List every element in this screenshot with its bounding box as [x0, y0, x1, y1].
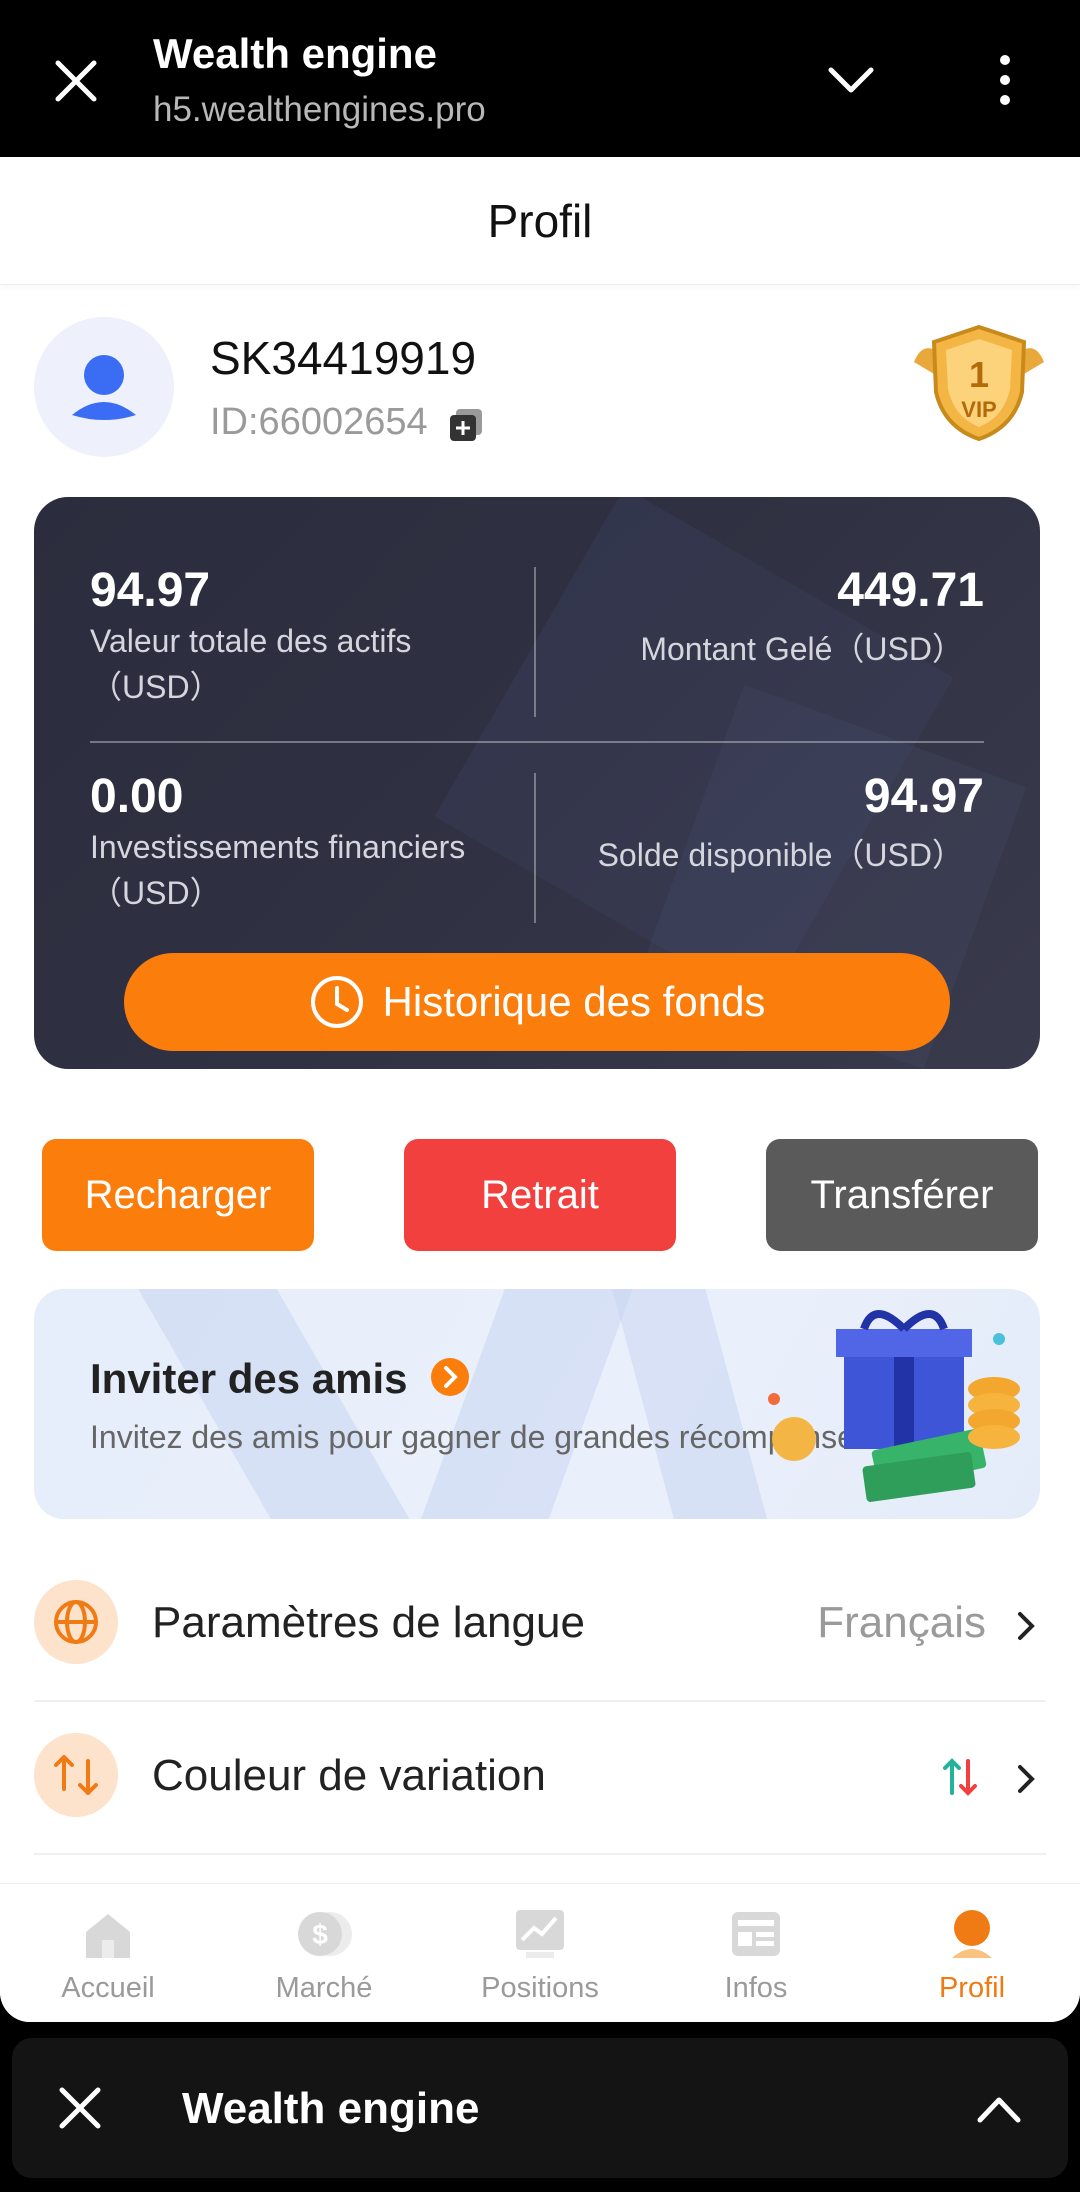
bottom-tab-bar: Accueil $ Marché Positions Infos Profil [0, 1883, 1080, 2022]
transfer-button[interactable]: Transférer [766, 1139, 1038, 1251]
invite-title: Inviter des amis [90, 1355, 408, 1402]
browser-url: h5.wealthengines.pro [153, 90, 486, 129]
available-balance: 94.97 Solde disponible（USD） [598, 769, 984, 878]
action-buttons: Recharger Retrait Transférer [42, 1139, 1038, 1251]
variation-color-row[interactable]: Couleur de variation [34, 1703, 1046, 1855]
user-icon [72, 355, 136, 420]
svg-text:$: $ [312, 1919, 328, 1950]
withdraw-button[interactable]: Retrait [404, 1139, 676, 1251]
funds-history-button[interactable]: Historique des fonds [124, 953, 950, 1051]
tab-label: Infos [724, 1972, 788, 2004]
tab-label: Positions [481, 1972, 599, 2004]
tab-marche[interactable]: $ Marché [216, 1884, 432, 2022]
market-icon: $ [298, 1912, 352, 1956]
vip-label: VIP [961, 397, 996, 422]
chevron-up-icon[interactable] [974, 2088, 1024, 2128]
gift-illustration-icon [768, 1310, 1020, 1502]
recharge-button[interactable]: Recharger [42, 1139, 314, 1251]
tab-label: Marché [275, 1972, 373, 2004]
globe-icon [54, 1600, 98, 1644]
asset-summary-card: 94.97 Valeur totale des actifs （USD） 449… [34, 497, 1040, 1069]
swap-icon [54, 1755, 98, 1795]
browser-title: Wealth engine [153, 30, 437, 77]
user-info: SK34419919 ID:66002654 1 VIP [34, 317, 1046, 477]
close-icon[interactable] [56, 2084, 104, 2132]
tab-label: Accueil [61, 1972, 155, 2004]
positions-icon [516, 1910, 564, 1958]
total-assets-value: 94.97 [90, 564, 211, 617]
vip-badge: 1 VIP [904, 317, 1054, 447]
copy-icon[interactable] [446, 405, 486, 445]
username: SK34419919 [210, 332, 477, 384]
tab-positions[interactable]: Positions [432, 1884, 648, 2022]
variation-color-label: Couleur de variation [152, 1751, 546, 1800]
tab-accueil[interactable]: Accueil [0, 1884, 216, 2022]
total-assets: 94.97 Valeur totale des actifs （USD） [90, 563, 411, 710]
language-settings-row[interactable]: Paramètres de langue Français [34, 1550, 1046, 1702]
chevron-right-circle-icon [431, 1358, 469, 1396]
language-settings-value: Français [817, 1598, 986, 1647]
chevron-right-icon [1018, 1612, 1035, 1640]
total-assets-label: Valeur totale des actifs [90, 623, 412, 659]
tab-profil[interactable]: Profil [864, 1884, 1080, 2022]
page-title: Profil [0, 157, 1080, 285]
profile-page: Profil SK34419919 ID:66002654 1 VIP 94.9… [0, 157, 1080, 2022]
vip-shield-icon: 1 VIP [914, 324, 1044, 442]
chevron-right-icon [1018, 1765, 1035, 1793]
vip-level: 1 [969, 354, 989, 395]
financial-investments: 0.00 Investissements financiers （USD） [90, 769, 465, 916]
funds-history-label: Historique des fonds [382, 978, 766, 1025]
frozen-amount-value: 449.71 [837, 564, 984, 617]
investments-value: 0.00 [90, 770, 184, 823]
frozen-amount: 449.71 Montant Gelé（USD） [640, 563, 984, 672]
browser-bottom-bar: Wealth engine [12, 2038, 1068, 2178]
tab-infos[interactable]: Infos [648, 1884, 864, 2022]
more-options-icon[interactable] [985, 52, 1025, 108]
up-down-arrows-icon [943, 1758, 977, 1796]
language-settings-label: Paramètres de langue [152, 1598, 585, 1647]
news-icon [732, 1912, 780, 1956]
avatar[interactable] [34, 317, 174, 457]
clock-icon [310, 976, 363, 1028]
investments-unit: （USD） [90, 875, 222, 911]
profile-icon [952, 1910, 992, 1958]
user-id: ID:66002654 [210, 401, 428, 443]
home-icon [86, 1914, 130, 1958]
total-assets-unit: （USD） [90, 669, 222, 705]
investments-label: Investissements financiers [90, 829, 466, 865]
browser-top-bar: Wealth engine h5.wealthengines.pro [0, 0, 1080, 157]
bottom-bar-title: Wealth engine [182, 2084, 480, 2133]
available-balance-value: 94.97 [863, 770, 984, 823]
frozen-amount-label: Montant Gelé（USD） [640, 631, 964, 667]
available-balance-label: Solde disponible（USD） [597, 837, 964, 873]
invite-friends-banner[interactable]: Inviter des amis Invitez des amis pour g… [34, 1289, 1040, 1519]
tab-label: Profil [938, 1972, 1006, 2004]
chevron-down-icon[interactable] [825, 60, 877, 100]
close-icon[interactable] [50, 55, 102, 107]
